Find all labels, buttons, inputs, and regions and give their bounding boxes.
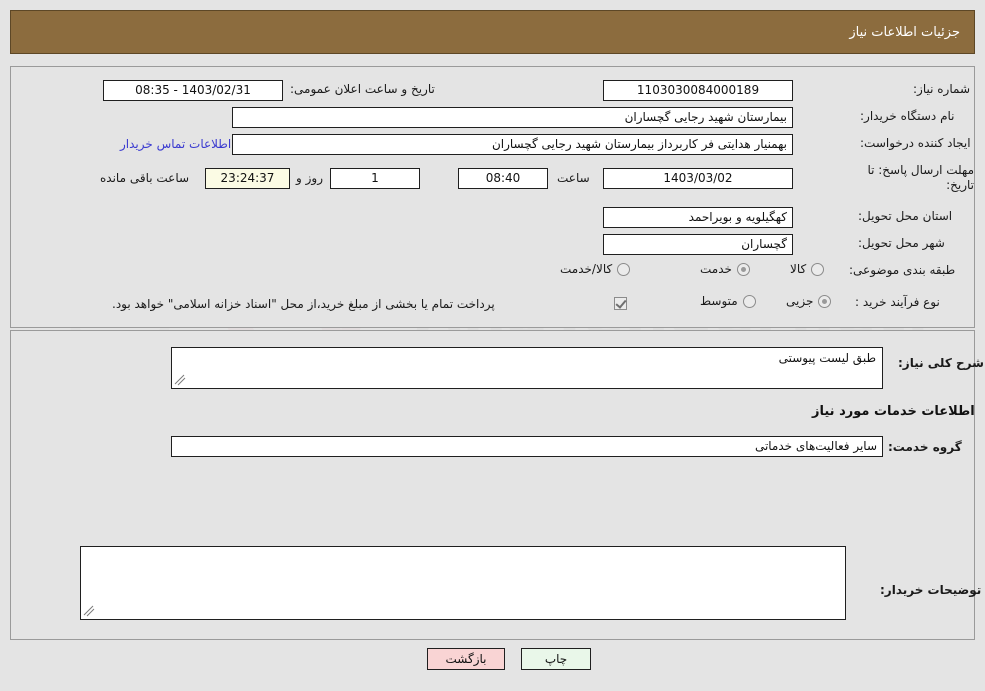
print-button[interactable]: چاپ	[521, 648, 591, 670]
services-section-title: اطلاعات خدمات مورد نیاز	[812, 404, 975, 419]
city-label: شهر محل تحویل:	[858, 236, 945, 250]
days-label: روز و	[296, 171, 323, 185]
general-desc-textarea[interactable]: طبق لیست پیوستی	[171, 347, 883, 389]
buyer-org-label: نام دستگاه خریدار:	[860, 109, 955, 123]
process-option-motevaset[interactable]: متوسط	[700, 294, 756, 308]
category-option-label: خدمت	[700, 262, 732, 276]
category-option-label: کالا	[790, 262, 807, 276]
category-option-kala[interactable]: کالا	[790, 262, 825, 276]
radio-icon[interactable]	[742, 294, 756, 308]
page-root: AnaTender .net جزئیات اطلاعات نیاز شماره…	[0, 0, 985, 691]
radio-icon[interactable]	[736, 262, 750, 276]
creator-label: ایجاد کننده درخواست:	[860, 136, 971, 150]
buyer-notes-value	[81, 547, 845, 550]
radio-icon[interactable]	[617, 262, 631, 276]
process-label: نوع فرآیند خرید :	[855, 295, 940, 309]
process-option-label: جزیی	[786, 294, 814, 308]
category-option-label: کالا/خدمت	[560, 262, 613, 276]
category-option-kala-khedmat[interactable]: کالا/خدمت	[560, 262, 631, 276]
general-desc-label: شرح کلی نیاز:	[898, 356, 984, 370]
service-group-value: سایر فعالیت‌های خدماتی	[171, 436, 883, 457]
category-option-khedmat[interactable]: خدمت	[700, 262, 750, 276]
need-info-panel	[10, 66, 975, 328]
city-value: گچساران	[603, 234, 793, 255]
need-number-label: شماره نیاز:	[913, 82, 970, 96]
buyer-org-value: بیمارستان شهید رجایی گچساران	[232, 107, 793, 128]
radio-icon[interactable]	[818, 294, 832, 308]
back-button[interactable]: بازگشت	[427, 648, 505, 670]
buyer-contact-link[interactable]: اطلاعات تماس خریدار	[120, 137, 231, 151]
general-desc-value: طبق لیست پیوستی	[778, 351, 876, 365]
province-value: کهگیلویه و بویراحمد	[603, 207, 793, 228]
window-title-bar: جزئیات اطلاعات نیاز	[10, 10, 975, 54]
treasury-checkbox[interactable]	[614, 297, 627, 310]
countdown-value: 23:24:37	[205, 168, 290, 189]
radio-icon[interactable]	[811, 262, 825, 276]
need-number-value: 1103030084000189	[603, 80, 793, 101]
page-title: جزئیات اطلاعات نیاز	[849, 24, 960, 40]
buyer-notes-textarea[interactable]	[80, 546, 846, 620]
deadline-date-value: 1403/03/02	[603, 168, 793, 189]
deadline-label: مهلت ارسال پاسخ: تا تاریخ:	[867, 163, 974, 192]
resize-grip-icon[interactable]	[83, 605, 95, 617]
category-label: طبقه بندی موضوعی:	[849, 263, 956, 277]
public-announce-label: تاریخ و ساعت اعلان عمومی:	[290, 82, 435, 96]
countdown-label: ساعت باقی مانده	[100, 171, 190, 185]
remaining-days-value: 1	[330, 168, 420, 189]
service-group-label: گروه خدمت:	[888, 440, 962, 454]
province-label: استان محل تحویل:	[858, 209, 953, 223]
public-announce-value: 1403/02/31 - 08:35	[103, 80, 283, 101]
creator-value: بهمنیار هدایتی فر کاربرداز بیمارستان شهی…	[232, 134, 793, 155]
process-option-label: متوسط	[700, 294, 738, 308]
hour-label: ساعت	[557, 171, 590, 185]
process-option-jozee[interactable]: جزیی	[786, 294, 832, 308]
buyer-notes-label: توضیحات خریدار:	[880, 583, 982, 597]
resize-grip-icon[interactable]	[174, 374, 186, 386]
deadline-time-value: 08:40	[458, 168, 548, 189]
treasury-note-text: پرداخت تمام یا بخشی از مبلغ خرید،از محل …	[112, 297, 495, 311]
